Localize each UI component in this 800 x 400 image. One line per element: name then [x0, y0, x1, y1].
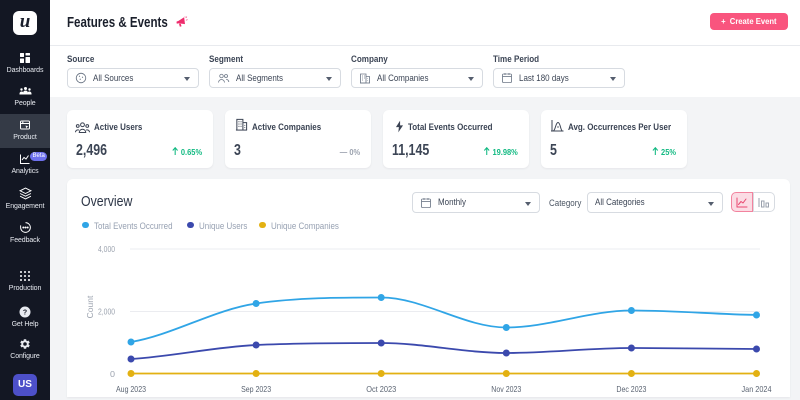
svg-text:Nov 2023: Nov 2023: [491, 384, 521, 394]
svg-text:0: 0: [110, 369, 115, 379]
svg-text:Jan 2024: Jan 2024: [742, 384, 772, 394]
svg-text:Count: Count: [85, 295, 95, 318]
svg-text:Aug 2023: Aug 2023: [116, 384, 146, 394]
svg-text:4,000: 4,000: [98, 244, 115, 254]
svg-text:Sep 2023: Sep 2023: [241, 384, 271, 394]
svg-text:?: ?: [23, 310, 27, 317]
svg-text:Oct 2023: Oct 2023: [366, 384, 396, 394]
svg-text:Dec 2023: Dec 2023: [616, 384, 646, 394]
svg-text:2,000: 2,000: [98, 307, 115, 317]
